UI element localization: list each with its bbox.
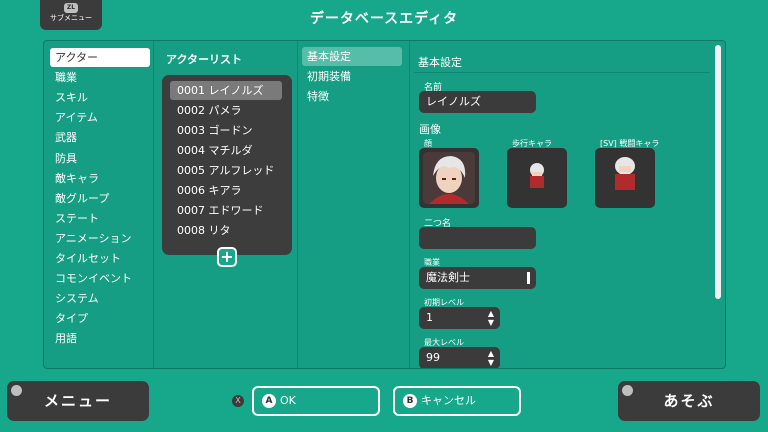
actor-list-item[interactable]: 0005 アルフレッド: [170, 161, 282, 180]
actor-list-item[interactable]: 0001 レイノルズ: [170, 81, 282, 100]
stepper-arrows-icon[interactable]: ▲ ▼: [488, 309, 494, 327]
actor-list-item[interactable]: 0006 キアラ: [170, 181, 282, 200]
actor-list-item[interactable]: 0004 マチルダ: [170, 141, 282, 160]
scrollbar[interactable]: [715, 45, 721, 299]
category-item[interactable]: タイルセット: [50, 249, 150, 268]
init-level-stepper[interactable]: 1 ▲ ▼: [419, 307, 500, 329]
category-item[interactable]: スキル: [50, 88, 150, 107]
select-indicator-icon: [527, 272, 530, 284]
detail-header: 基本設定: [418, 56, 462, 69]
actor-list-header: アクターリスト: [166, 53, 243, 66]
menu-button-label: メニュー: [43, 392, 112, 410]
b-key-icon: B: [403, 394, 417, 408]
walking-sprite-image[interactable]: [507, 148, 567, 208]
ok-button-label: OK: [280, 394, 296, 407]
category-item[interactable]: 敵キャラ: [50, 169, 150, 188]
actor-list-item[interactable]: 0007 エドワード: [170, 201, 282, 220]
class-select[interactable]: 魔法剣士: [419, 267, 536, 289]
category-item[interactable]: 敵グループ: [50, 189, 150, 208]
category-item[interactable]: アクター: [50, 48, 150, 67]
minus-key-icon: [11, 385, 22, 396]
character-face-icon: [423, 152, 475, 204]
category-item[interactable]: アニメーション: [50, 229, 150, 248]
settings-tab[interactable]: 特徴: [302, 87, 402, 106]
class-value: 魔法剣士: [426, 271, 470, 284]
play-button[interactable]: あそぶ: [618, 381, 760, 421]
max-level-value: 99: [426, 351, 440, 364]
cancel-button[interactable]: B キャンセル: [393, 386, 521, 416]
page-title: データベースエディタ: [309, 11, 459, 27]
walking-sprite-icon: [530, 163, 544, 194]
actor-list-item[interactable]: 0003 ゴードン: [170, 121, 282, 140]
name-field[interactable]: レイノルズ: [419, 91, 536, 113]
category-item[interactable]: アイテム: [50, 108, 150, 127]
category-item[interactable]: 職業: [50, 68, 150, 87]
image-label: 画像: [419, 123, 441, 136]
plus-icon: +: [220, 247, 234, 266]
stepper-arrows-icon[interactable]: ▲ ▼: [488, 349, 494, 367]
menu-button[interactable]: メニュー: [7, 381, 149, 421]
add-actor-button[interactable]: +: [217, 247, 237, 267]
battle-sprite-icon: [615, 157, 635, 200]
category-item[interactable]: 武器: [50, 128, 150, 147]
max-level-stepper[interactable]: 99 ▲ ▼: [419, 347, 500, 368]
category-column: アクター 職業 スキル アイテム 武器防具 敵キャラ 敵グループ ステート アニメーション タイル…: [44, 41, 154, 368]
x-key-icon: X: [232, 395, 244, 407]
category-item[interactable]: コモンイベント: [50, 269, 150, 288]
play-button-label: あそぶ: [663, 392, 715, 410]
actor-list-item[interactable]: 0002 パメラ: [170, 101, 282, 120]
category-item[interactable]: 防具: [50, 149, 150, 168]
settings-tab[interactable]: 基本設定: [302, 47, 402, 66]
category-item[interactable]: システム: [50, 289, 150, 308]
battle-sprite-image[interactable]: [595, 148, 655, 208]
database-editor-panel: アクター 職業 スキル アイテム 武器防具 敵キャラ 敵グループ ステート アニメーション タイル…: [43, 40, 726, 369]
actor-listbox[interactable]: 0001 レイノルズ 0002 パメラ 0003 ゴードン 0004 マチルダ 0005…: [162, 75, 292, 255]
plus-key-icon: [622, 385, 633, 396]
a-key-icon: A: [262, 394, 276, 408]
category-item[interactable]: タイプ: [50, 309, 150, 328]
face-image[interactable]: [419, 148, 479, 208]
settings-tab[interactable]: 初期装備: [302, 67, 402, 86]
actor-list-item[interactable]: 0008 リタ: [170, 221, 282, 240]
category-item[interactable]: 用語: [50, 329, 150, 348]
header-divider: [414, 72, 710, 73]
ok-button[interactable]: A OK: [252, 386, 380, 416]
cancel-button-label: キャンセル: [421, 394, 476, 407]
category-item[interactable]: ステート: [50, 209, 150, 228]
nickname-field[interactable]: [419, 227, 536, 249]
init-level-value: 1: [426, 311, 433, 324]
